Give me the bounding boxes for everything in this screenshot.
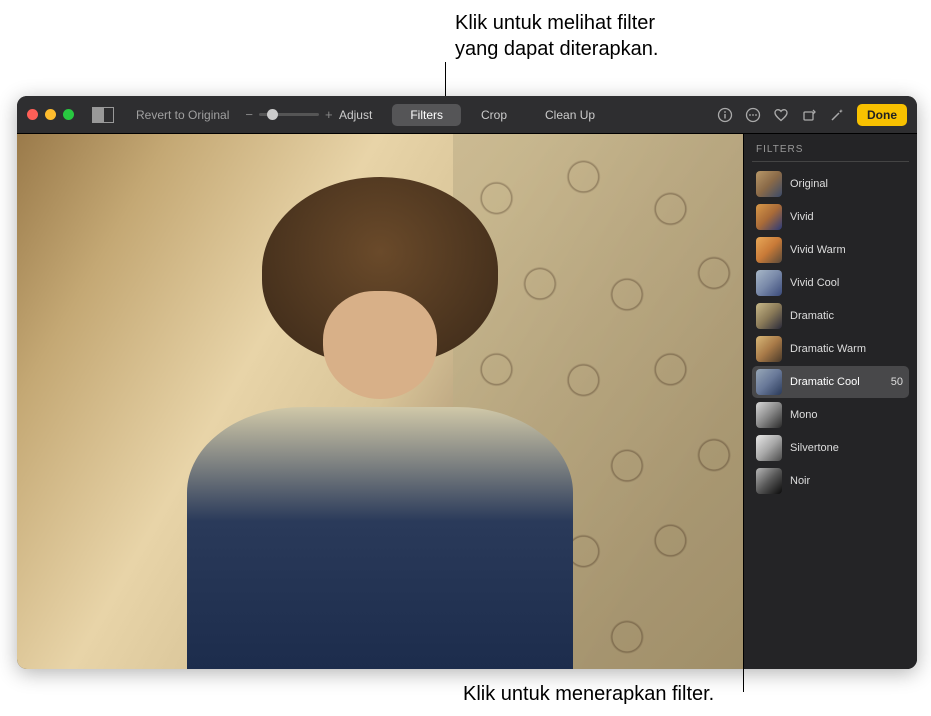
done-button[interactable]: Done <box>857 104 907 126</box>
filter-thumbnail <box>756 237 782 263</box>
photos-edit-window: Revert to Original − + Adjust Filters Cr… <box>17 96 917 669</box>
zoom-slider[interactable] <box>259 113 319 116</box>
zoom-out-icon[interactable]: − <box>245 107 253 122</box>
auto-enhance-icon[interactable] <box>829 107 845 123</box>
more-icon[interactable] <box>745 107 761 123</box>
filter-item-mono[interactable]: Mono <box>752 399 909 431</box>
filter-label: Dramatic Warm <box>790 343 905 355</box>
filter-item-vivid-warm[interactable]: Vivid Warm <box>752 234 909 266</box>
toolbar-right: Done <box>717 104 907 126</box>
tab-crop[interactable]: Crop <box>463 104 525 126</box>
revert-to-original-button[interactable]: Revert to Original <box>128 105 237 125</box>
window-controls <box>27 109 74 120</box>
rotate-icon[interactable] <box>801 107 817 123</box>
callout-line <box>743 320 744 692</box>
callout-line <box>445 62 446 96</box>
photo-subject <box>177 177 584 669</box>
filters-panel: FILTERS Original Vivid Vivid Warm Vivid Coo… <box>743 134 917 669</box>
filter-label: Vivid Warm <box>790 244 905 256</box>
tab-filters[interactable]: Filters <box>392 104 461 126</box>
edit-mode-tabs: Adjust Filters Crop Clean Up <box>321 104 613 126</box>
close-window-button[interactable] <box>27 109 38 120</box>
filter-item-original[interactable]: Original <box>752 168 909 200</box>
filter-item-dramatic[interactable]: Dramatic <box>752 300 909 332</box>
filter-thumbnail <box>756 270 782 296</box>
minimize-window-button[interactable] <box>45 109 56 120</box>
toolbar: Revert to Original − + Adjust Filters Cr… <box>17 96 917 134</box>
filter-label: Dramatic <box>790 310 905 322</box>
filter-label: Original <box>790 178 905 190</box>
layout-toggle-button[interactable] <box>92 107 114 123</box>
filter-thumbnail <box>756 303 782 329</box>
filter-thumbnail <box>756 369 782 395</box>
filter-item-noir[interactable]: Noir <box>752 465 909 497</box>
filter-label: Silvertone <box>790 442 905 454</box>
filter-item-silvertone[interactable]: Silvertone <box>752 432 909 464</box>
filter-item-vivid[interactable]: Vivid <box>752 201 909 233</box>
filter-list: Original Vivid Vivid Warm Vivid Cool Dramati… <box>752 168 909 497</box>
tab-adjust[interactable]: Adjust <box>321 104 390 126</box>
filter-thumbnail <box>756 435 782 461</box>
filter-intensity-value: 50 <box>891 376 903 388</box>
info-icon[interactable] <box>717 107 733 123</box>
filter-item-dramatic-warm[interactable]: Dramatic Warm <box>752 333 909 365</box>
filter-label: Dramatic Cool <box>790 376 883 388</box>
filter-thumbnail <box>756 171 782 197</box>
content-area: FILTERS Original Vivid Vivid Warm Vivid Coo… <box>17 134 917 669</box>
callout-bottom-text: Klik untuk menerapkan filter. <box>463 683 714 706</box>
fullscreen-window-button[interactable] <box>63 109 74 120</box>
filter-thumbnail <box>756 336 782 362</box>
zoom-slider-thumb[interactable] <box>267 109 278 120</box>
filter-thumbnail <box>756 402 782 428</box>
filter-thumbnail <box>756 204 782 230</box>
filter-label: Mono <box>790 409 905 421</box>
filter-item-dramatic-cool[interactable]: Dramatic Cool 50 <box>752 366 909 398</box>
filter-label: Vivid <box>790 211 905 223</box>
filter-label: Vivid Cool <box>790 277 905 289</box>
zoom-control: − + <box>245 107 332 122</box>
filter-thumbnail <box>756 468 782 494</box>
favorite-icon[interactable] <box>773 107 789 123</box>
filter-label: Noir <box>790 475 905 487</box>
photo-canvas[interactable] <box>17 134 743 669</box>
tab-cleanup[interactable]: Clean Up <box>527 104 613 126</box>
filters-panel-title: FILTERS <box>752 144 909 162</box>
filter-item-vivid-cool[interactable]: Vivid Cool <box>752 267 909 299</box>
callout-top-text: Klik untuk melihat filter yang dapat dit… <box>455 10 659 62</box>
